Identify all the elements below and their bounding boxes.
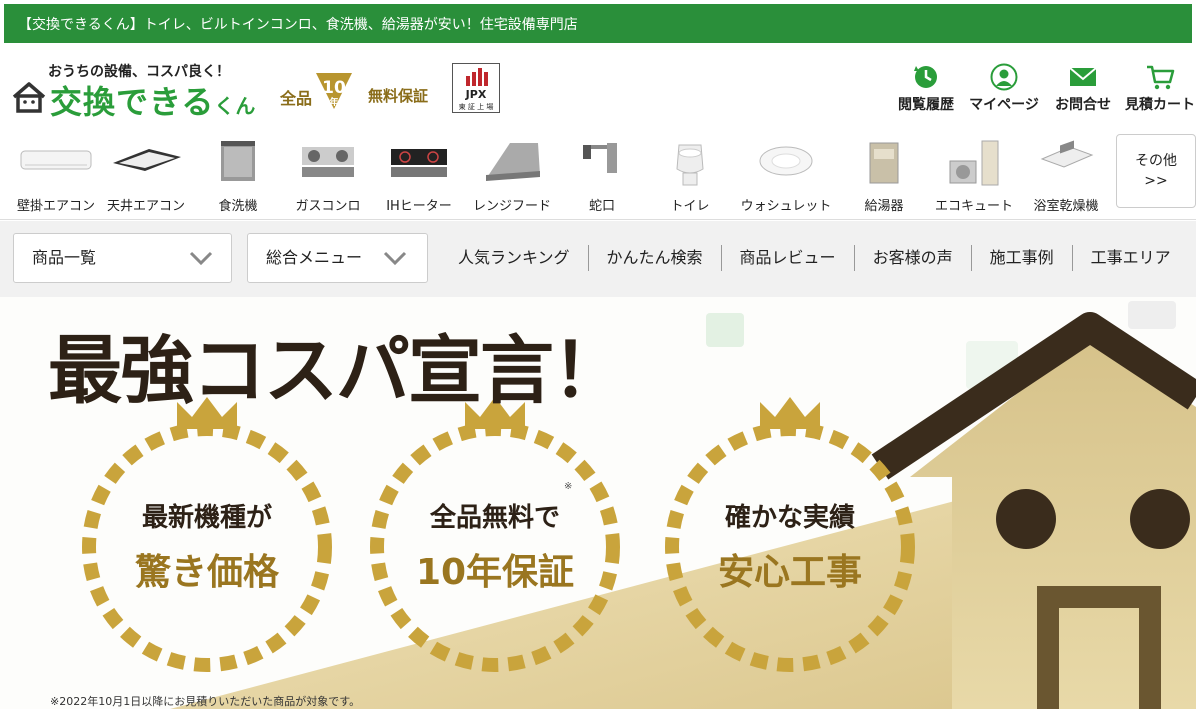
badge-line1: 確かな実績 [724,503,855,533]
nav-link-search[interactable]: かんたん検索 [589,245,722,271]
nav-link-area[interactable]: 工事エリア [1073,245,1189,271]
jpx-logo-icon [466,68,488,86]
nav-link-ranking[interactable]: 人気ランキング [440,245,589,271]
gas-stove-icon [302,147,354,177]
more-categories-button[interactable]: その他 >> [1116,134,1196,208]
hero-badge-construction: 確かな実績 安心工事 [655,409,925,679]
category-label: 天井エアコン [106,199,185,214]
hero-badge-price: 最新機種が 驚き価格 [72,409,342,679]
category-ceiling-aircon[interactable]: 天井エアコン [100,135,192,215]
category-label: エコキュート [934,199,1013,214]
header-nav-label: 閲覧履歴 [898,97,954,113]
jpx-label: JPX [465,88,487,101]
site-header: おうちの設備、コスパ良く！ 交換できるくん 全品 10 年 無料保証 JPX 東… [0,43,1196,125]
category-label: ガスコンロ [295,199,361,214]
mail-icon [1069,67,1097,86]
header-nav-label: マイページ [969,97,1039,113]
category-water-heater[interactable]: 給湯器 [838,135,930,215]
category-label: 壁掛エアコン [16,199,95,214]
badge-note: ※ [564,481,573,492]
cart-icon [1147,65,1175,90]
header-nav-mypage[interactable]: マイページ [968,63,1040,113]
water-heater-icon [869,142,899,184]
hero-disclaimer: ※2022年10月1日以降にお見積りいただいた商品が対象です。 [50,695,361,708]
category-label: ウォシュレット [740,199,832,214]
hero-headline: 最強コスパ宣言！ [48,328,626,414]
jpx-listing-badge: JPX 東 証 上 場 [452,63,500,113]
logo-brand: 交換できるくん [50,83,257,121]
warranty-unit: 年 [329,96,338,108]
category-faucet[interactable]: 蛇口 [556,135,648,215]
hero-banner[interactable]: 最強コスパ宣言！ 最新機種が 驚き価格 全品無料で ※ 10年保証 確かな実績 … [0,297,1196,709]
main-nav: 商品一覧 総合メニュー 人気ランキング かんたん検索 商品レビュー お客様の声 … [0,221,1196,297]
ih-heater-icon [391,149,447,177]
category-ih-heater[interactable]: IHヒーター [373,135,465,215]
category-range-hood[interactable]: レンジフード [466,135,558,215]
more-arrow: >> [1144,173,1168,189]
category-label: 蛇口 [588,199,615,214]
hero-badge-warranty: 全品無料で ※ 10年保証 [360,409,630,679]
badge-line2: 驚き価格 [134,552,279,593]
category-label: IHヒーター [386,199,452,214]
category-dishwasher[interactable]: 食洗機 [192,135,284,215]
toilet-icon [676,144,704,186]
category-label: レンジフード [472,199,551,214]
category-gas-stove[interactable]: ガスコンロ [282,135,374,215]
category-bar: 壁掛エアコン 天井エアコン 食洗機 ガスコンロ IHヒーター レンジフード 蛇口… [0,125,1196,220]
header-nav-history[interactable]: 閲覧履歴 [896,63,956,113]
ecocute-icon [949,140,999,186]
house-logo-icon [12,82,46,113]
category-label: トイレ [670,199,710,214]
category-label: 給湯器 [864,199,904,214]
range-hood-icon [486,143,540,181]
nav-links: 人気ランキング かんたん検索 商品レビュー お客様の声 施工事例 工事エリア [440,245,1189,271]
user-icon [990,63,1018,91]
nav-link-reviews[interactable]: 商品レビュー [722,245,855,271]
products-dropdown[interactable]: 商品一覧 [13,233,232,283]
general-menu-dropdown[interactable]: 総合メニュー [247,233,428,283]
chevron-down-icon [189,251,213,266]
history-icon [914,66,937,88]
more-label: その他 [1135,153,1177,169]
category-toilet[interactable]: トイレ [644,135,736,215]
category-ecocute[interactable]: エコキュート [928,135,1020,215]
warranty-years: 10 [322,78,346,98]
badge-line2: 10年保証 [415,552,575,593]
general-menu-label: 総合メニュー [266,248,363,267]
badge-line1: 最新機種が [141,503,272,533]
nav-link-voices[interactable]: お客様の声 [855,245,972,271]
site-logo[interactable]: おうちの設備、コスパ良く！ 交換できるくん [12,61,272,121]
dishwasher-icon [221,141,255,181]
jpx-sub: 東 証 上 場 [458,103,494,111]
badge-line1: 全品無料で [429,503,560,533]
header-nav-contact[interactable]: お問合せ [1052,63,1114,113]
category-wall-aircon[interactable]: 壁掛エアコン [10,135,102,215]
header-nav-cart[interactable]: 見積カート [1124,63,1196,113]
wall-aircon-icon [20,150,92,170]
bath-dryer-icon [1040,140,1094,168]
site-announcement-bar: 【交換できるくん】トイレ、ビルトインコンロ、食洗機、給湯器が安い！住宅設備専門店 [0,0,1196,43]
warranty-badge: 全品 10 年 無料保証 [280,67,450,111]
warranty-years-icon: 10 年 [316,73,352,109]
category-washlet[interactable]: ウォシュレット [740,135,832,215]
washlet-icon [759,146,813,176]
warranty-prefix: 全品 [280,89,313,108]
ceiling-aircon-icon [113,149,181,171]
warranty-suffix: 無料保証 [368,87,429,105]
faucet-icon [583,143,617,173]
header-nav-label: お問合せ [1055,97,1111,113]
category-label: 食洗機 [218,199,258,214]
badge-line2: 安心工事 [717,552,862,593]
category-bath-dryer[interactable]: 浴室乾燥機 [1020,135,1112,215]
products-dropdown-label: 商品一覧 [32,248,97,267]
nav-link-cases[interactable]: 施工事例 [972,245,1073,271]
header-nav-label: 見積カート [1125,97,1195,113]
category-label: 浴室乾燥機 [1033,199,1099,214]
chevron-down-icon [383,251,407,266]
